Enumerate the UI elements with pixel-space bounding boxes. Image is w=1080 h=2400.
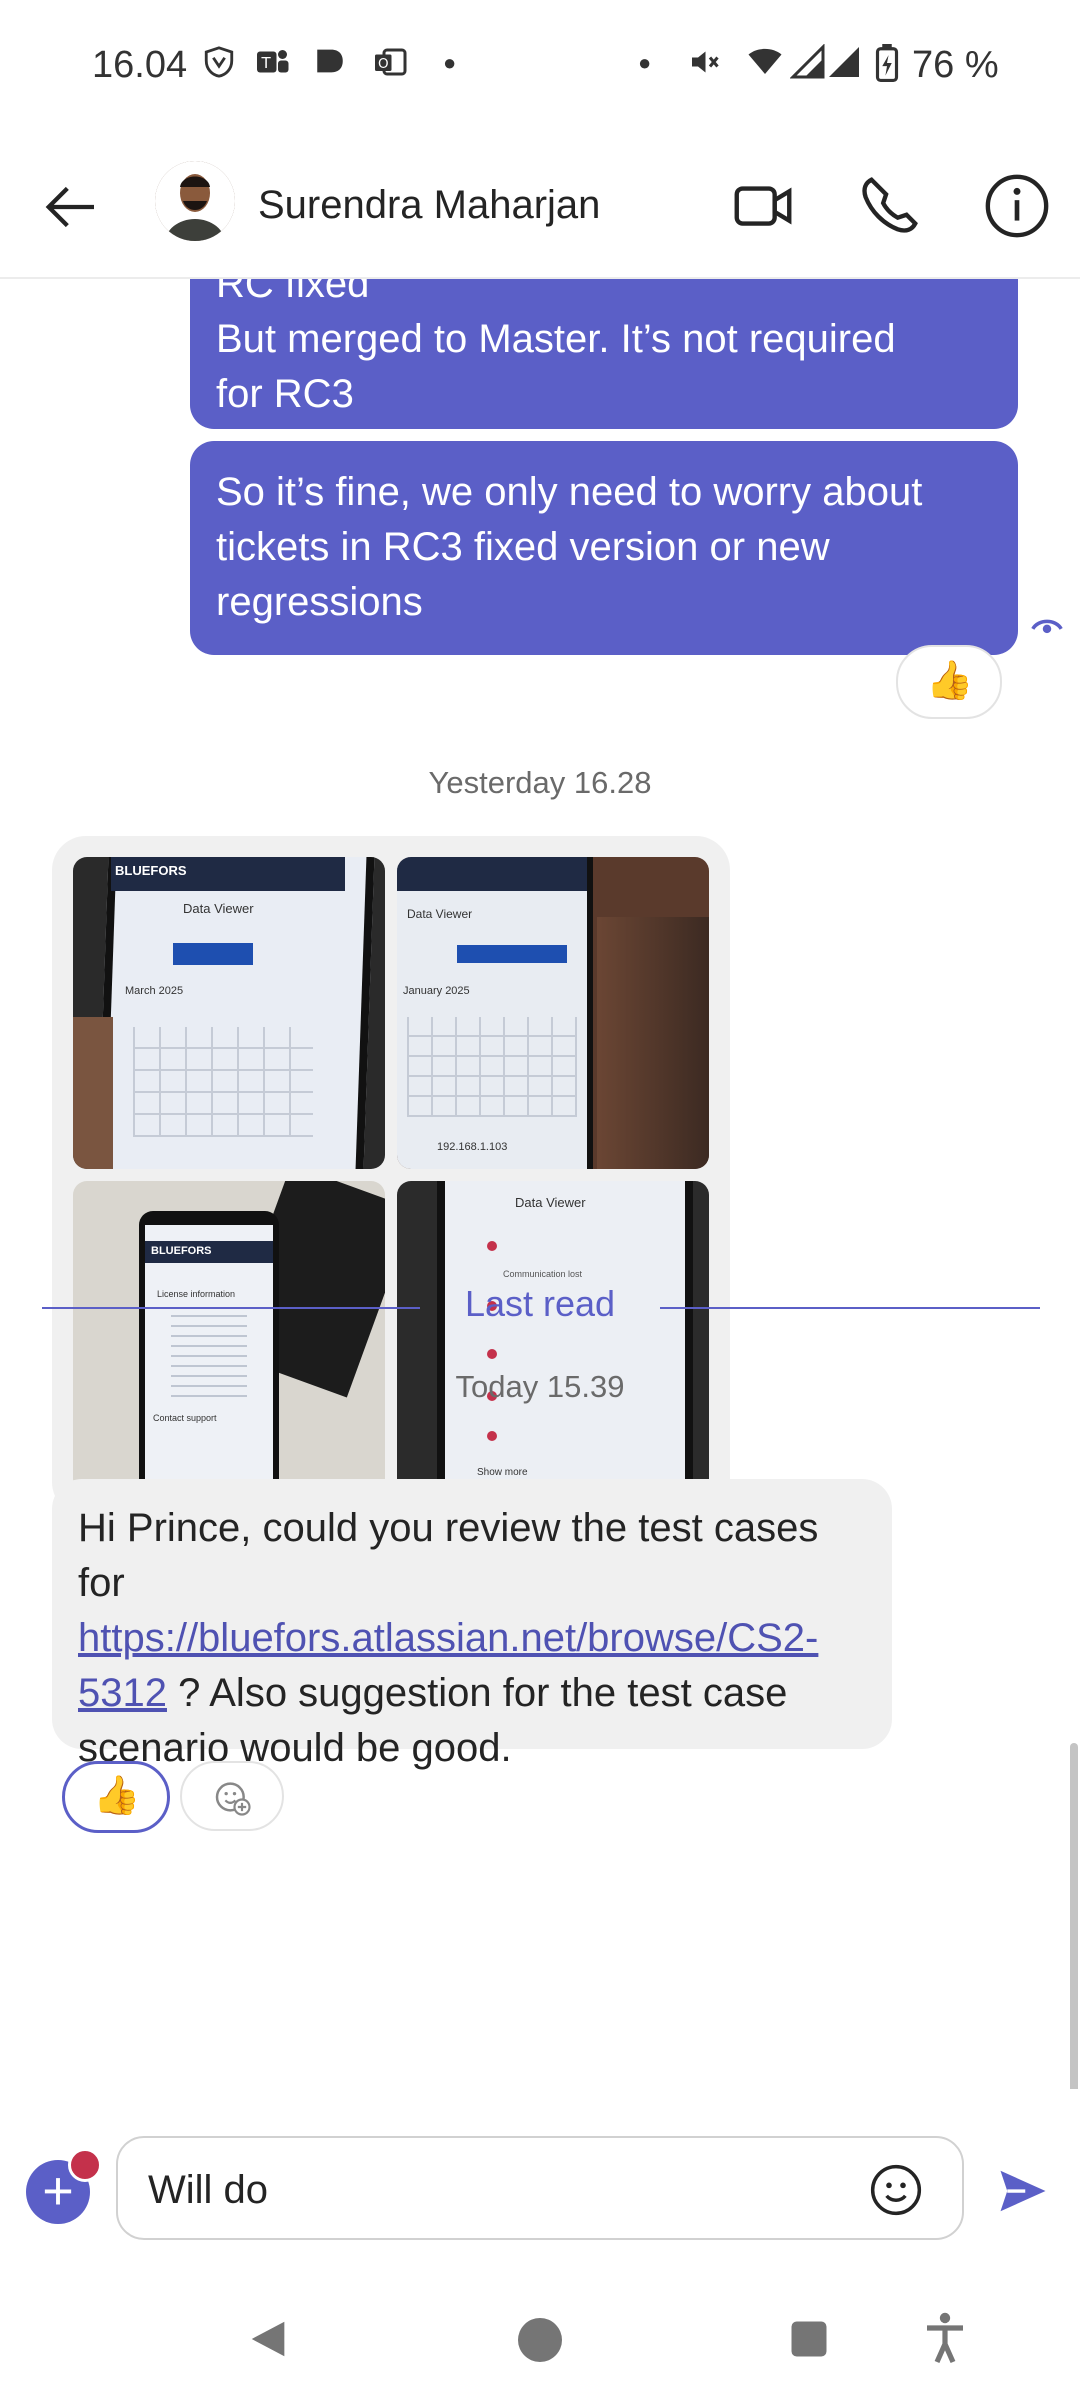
svg-text:O: O	[378, 56, 389, 72]
photo-thumbnail[interactable]: BLUEFORS Data Viewer March 2025	[73, 857, 385, 1169]
photo-caption: BLUEFORS	[115, 863, 187, 878]
notification-dot-icon: ●	[443, 50, 457, 75]
teams-icon: T	[257, 50, 289, 73]
thumbs-up-icon: 👍	[93, 1775, 141, 1817]
status-bar: 16.04 T O ● ● 76 %	[0, 0, 1080, 135]
message-list[interactable]: RC fixed But merged to Master. It’s not …	[0, 279, 1080, 2089]
status-time: 16.04	[92, 44, 188, 86]
seen-eye-icon	[1031, 619, 1063, 634]
photo-thumbnail[interactable]: Data Viewer Communication lost Show more	[397, 1181, 709, 1493]
reaction-pill[interactable]: 👍	[896, 645, 1002, 719]
outgoing-message[interactable]: RC fixed But merged to Master. It’s not …	[190, 279, 1018, 429]
svg-text:T: T	[261, 54, 272, 72]
notification-dot-icon: ●	[638, 50, 652, 75]
add-reaction-button[interactable]	[180, 1761, 284, 1831]
video-call-icon[interactable]	[728, 171, 798, 241]
message-timestamp: Today 15.39	[455, 1369, 625, 1404]
avatar-photo	[155, 161, 235, 241]
info-icon[interactable]	[982, 171, 1052, 241]
message-timestamp: Yesterday 16.28	[428, 765, 652, 800]
photo-caption: Data Viewer	[183, 901, 254, 916]
battery-icon	[875, 44, 899, 82]
photo-caption: January 2025	[403, 985, 470, 997]
message-composer: + Will do	[0, 2090, 1080, 2240]
outgoing-message[interactable]: So it’s fine, we only need to worry abou…	[190, 441, 1018, 655]
image-attachment-grid[interactable]: BLUEFORS Data Viewer March 2025 Data Vie…	[52, 836, 730, 1516]
nav-home-icon[interactable]	[516, 2316, 564, 2364]
message-text: ? Also suggestion for the test case scen…	[78, 1671, 788, 1770]
photo-caption: BLUEFORS	[151, 1245, 212, 1257]
message-text: tickets in RC3 fixed version or new	[216, 525, 830, 569]
wifi-icon	[748, 48, 782, 74]
message-text: RC fixed	[216, 279, 370, 306]
photo-caption: Data Viewer	[515, 1195, 586, 1210]
message-text: But merged to Master. It’s not required	[216, 317, 896, 361]
message-text: regressions	[216, 580, 423, 624]
accessibility-icon[interactable]	[924, 2312, 966, 2364]
battery-percent: 76 %	[912, 44, 999, 86]
outlook-icon: O	[375, 48, 407, 76]
photo-thumbnail[interactable]: BLUEFORS License information Contact sup…	[73, 1181, 385, 1493]
add-reaction-icon	[215, 1782, 251, 1816]
send-icon[interactable]	[996, 2164, 1050, 2218]
scrollbar[interactable]	[1070, 1743, 1078, 2089]
photo-caption: Data Viewer	[407, 907, 473, 921]
last-read-divider: Last read	[0, 1283, 1080, 1333]
photo-caption: March 2025	[125, 985, 184, 997]
nav-back-icon[interactable]	[246, 2316, 292, 2362]
incoming-message[interactable]: Hi Prince, could you review the test cas…	[52, 1479, 892, 1770]
mute-icon	[692, 51, 719, 73]
message-input[interactable]: Will do	[116, 2136, 964, 2240]
app-icon	[317, 49, 343, 73]
message-text: Hi Prince, could you review the test cas…	[78, 1506, 819, 1605]
message-text: So it’s fine, we only need to worry abou…	[216, 470, 923, 514]
avatar[interactable]	[155, 161, 235, 241]
emoji-icon[interactable]	[868, 2162, 924, 2218]
contact-name[interactable]: Surendra Maharjan	[258, 183, 600, 228]
last-read-label: Last read	[464, 1283, 616, 1324]
signal-icon	[790, 44, 825, 79]
photo-caption: 192.168.1.103	[437, 1141, 508, 1153]
chat-header: Surendra Maharjan	[0, 135, 1080, 279]
system-navigation-bar	[0, 2280, 1080, 2400]
notification-badge	[68, 2148, 102, 2182]
thumbs-up-icon: 👍	[926, 660, 974, 702]
vpn-shield-icon	[204, 46, 234, 78]
back-arrow-icon[interactable]	[38, 175, 102, 239]
phone-call-icon[interactable]	[854, 171, 924, 241]
signal-icon	[829, 47, 859, 77]
photo-caption: Show more	[477, 1467, 528, 1478]
photo-caption: Communication lost	[503, 1269, 583, 1279]
nav-recents-icon[interactable]	[788, 2318, 830, 2360]
photo-thumbnail[interactable]: Data Viewer January 2025 192.168.1.103	[397, 857, 709, 1169]
reaction-pill-selected[interactable]: 👍	[62, 1761, 170, 1833]
photo-caption: Contact support	[153, 1413, 217, 1423]
message-text: for RC3	[216, 372, 354, 416]
